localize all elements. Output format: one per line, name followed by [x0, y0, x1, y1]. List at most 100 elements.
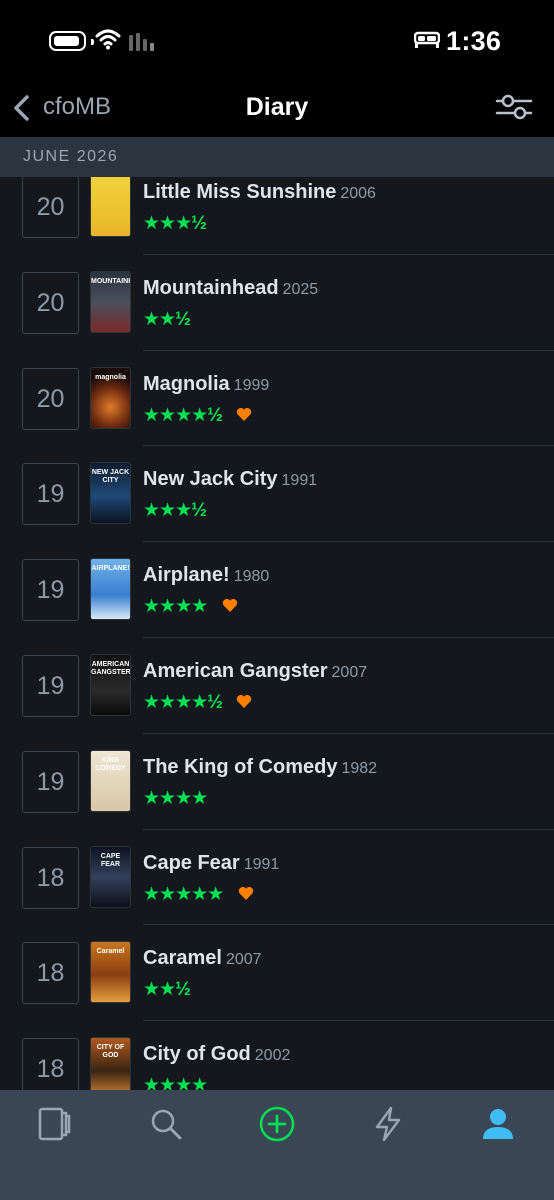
rating-line: ★★½	[143, 308, 191, 331]
film-poster[interactable]: CITY OF GOD	[90, 1037, 131, 1090]
star-rating: ★★★½	[143, 500, 207, 522]
rating-line: ★★★½	[143, 212, 207, 235]
diary-entry-row[interactable]: 18 CITY OF GOD City of God 2002 ★★★★	[0, 1021, 554, 1090]
diary-entry-row[interactable]: 18 Caramel Caramel 2007 ★★½	[0, 925, 554, 1022]
heart-icon	[237, 694, 252, 708]
film-title-line: Mountainhead 2025	[143, 277, 318, 300]
film-poster[interactable]: magnolia	[90, 366, 131, 429]
film-title: Magnolia	[143, 372, 230, 395]
poster-text: Caramel	[96, 948, 125, 956]
diary-entry-row[interactable]: 19 AMERICAN GANGSTER American Gangster 20…	[0, 638, 554, 734]
film-year: 2002	[254, 1047, 291, 1065]
poster-text: magnolia	[95, 373, 126, 381]
poster-text: MOUNTAINHEAD	[91, 277, 130, 285]
rating-line: ★★★½	[143, 499, 207, 522]
rating-line: ★★★★	[143, 787, 208, 810]
star-rating: ★★★★	[143, 1075, 208, 1090]
poster-text: NEW JACK CITY	[91, 469, 130, 485]
poster-text: AMERICAN GANGSTER	[91, 660, 131, 676]
poster-text: CITY OF GOD	[96, 1044, 125, 1060]
page-title: Diary	[245, 93, 309, 121]
day-number: 18	[36, 959, 65, 988]
film-strip-icon[interactable]	[35, 1104, 75, 1144]
film-title-line: Little Miss Sunshine 2006	[143, 181, 376, 204]
day-number: 19	[36, 576, 65, 605]
day-box: 20	[22, 271, 79, 334]
film-title: Little Miss Sunshine	[143, 181, 337, 203]
film-poster[interactable]: KING COMEDY	[90, 749, 131, 812]
diary-entry-row[interactable]: 20 Little Miss Sunshine 2006 ★★★½	[0, 177, 554, 255]
film-poster[interactable]: AMERICAN GANGSTER	[90, 653, 131, 716]
star-rating: ★★★★	[143, 596, 208, 618]
day-box: 18	[22, 942, 79, 1005]
person-icon[interactable]	[478, 1104, 518, 1144]
diary-list[interactable]: 20 Little Miss Sunshine 2006 ★★★½ 20 MOUN…	[0, 177, 554, 1090]
diary-entry-row[interactable]: 20 magnolia Magnolia 1999 ★★★★½	[0, 351, 554, 447]
day-box: 19	[22, 463, 79, 526]
diary-entry-row[interactable]: 20 MOUNTAINHEAD Mountainhead2025 ★★½	[0, 255, 554, 351]
day-number: 19	[36, 767, 65, 796]
rating-line: ★★★★½	[143, 404, 252, 427]
film-poster[interactable]: NEW JACK CITY	[90, 462, 131, 525]
diary-entry-row[interactable]: 18 CAPE FEAR Cape Fear 1991 ★★★★★	[0, 830, 554, 926]
film-year: 2007	[225, 951, 262, 969]
filter-sliders-icon[interactable]	[495, 94, 533, 120]
status-time: 1:36	[446, 26, 502, 56]
day-box: 20	[22, 367, 79, 430]
day-box: 20	[22, 177, 79, 238]
rating-line: ★★★★★	[143, 883, 254, 906]
film-title-line: City of God 2002	[143, 1043, 290, 1066]
film-poster[interactable]: MOUNTAINHEAD	[90, 270, 131, 333]
day-number: 18	[36, 1055, 65, 1084]
rating-line: ★★★★½	[143, 691, 252, 714]
film-title-line: Magnolia 1999	[143, 373, 269, 396]
wifi-icon	[95, 29, 121, 50]
month-section-header: JUNE 2026	[0, 137, 554, 177]
film-year: 1999	[233, 376, 270, 394]
film-year: 2006	[340, 185, 376, 202]
film-year: 1982	[341, 759, 378, 777]
film-poster[interactable]	[90, 177, 131, 237]
search-icon[interactable]	[146, 1104, 186, 1144]
day-number: 19	[36, 480, 65, 509]
star-rating: ★★★½	[143, 213, 207, 234]
poster-text: AIRPLANE!	[91, 565, 130, 573]
status-bar: 1:36	[0, 0, 554, 80]
film-title: Cape Fear	[143, 851, 240, 874]
heart-icon	[238, 886, 253, 900]
star-rating: ★★★★½	[143, 691, 223, 713]
day-number: 20	[36, 384, 65, 413]
day-box: 18	[22, 1038, 79, 1090]
star-rating: ★★★★★	[143, 883, 224, 905]
poster-text: KING COMEDY	[95, 756, 126, 772]
battery-icon	[49, 31, 94, 51]
rating-line: ★★★★	[143, 1074, 208, 1090]
poster-text: CAPE FEAR	[100, 852, 121, 868]
film-title: City of God	[143, 1043, 251, 1066]
month-label: JUNE 2026	[23, 148, 119, 165]
film-poster[interactable]: Caramel	[90, 941, 131, 1004]
film-title-line: New Jack City 1991	[143, 468, 317, 491]
film-year: 1991	[281, 472, 318, 490]
film-poster[interactable]: AIRPLANE!	[90, 558, 131, 621]
film-year: 2025	[282, 280, 319, 298]
day-number: 18	[36, 863, 65, 892]
diary-entry-row[interactable]: 19 NEW JACK CITY New Jack City 1991 ★★★½	[0, 446, 554, 543]
rating-line: ★★★★	[143, 595, 238, 618]
day-number: 20	[36, 288, 65, 317]
day-box: 19	[22, 654, 79, 717]
film-title: Mountainhead	[143, 276, 279, 299]
plus-circle-icon[interactable]	[257, 1104, 297, 1144]
film-year: 2007	[331, 663, 368, 681]
diary-entry-row[interactable]: 19 KING COMEDY The King of Comedy 1982 ★★…	[0, 734, 554, 830]
heart-icon	[237, 407, 252, 421]
lightning-icon[interactable]	[368, 1104, 408, 1144]
star-rating: ★★★★½	[143, 404, 223, 426]
film-title-line: Caramel 2007	[143, 947, 262, 970]
star-rating: ★★½	[143, 308, 191, 330]
film-poster[interactable]: CAPE FEAR	[90, 845, 131, 908]
diary-entry-row[interactable]: 19 AIRPLANE! Airplane! 1980 ★★★★	[0, 542, 554, 638]
rating-line: ★★½	[143, 978, 191, 1001]
day-box: 18	[22, 846, 79, 909]
film-title-line: The King of Comedy 1982	[143, 756, 377, 779]
